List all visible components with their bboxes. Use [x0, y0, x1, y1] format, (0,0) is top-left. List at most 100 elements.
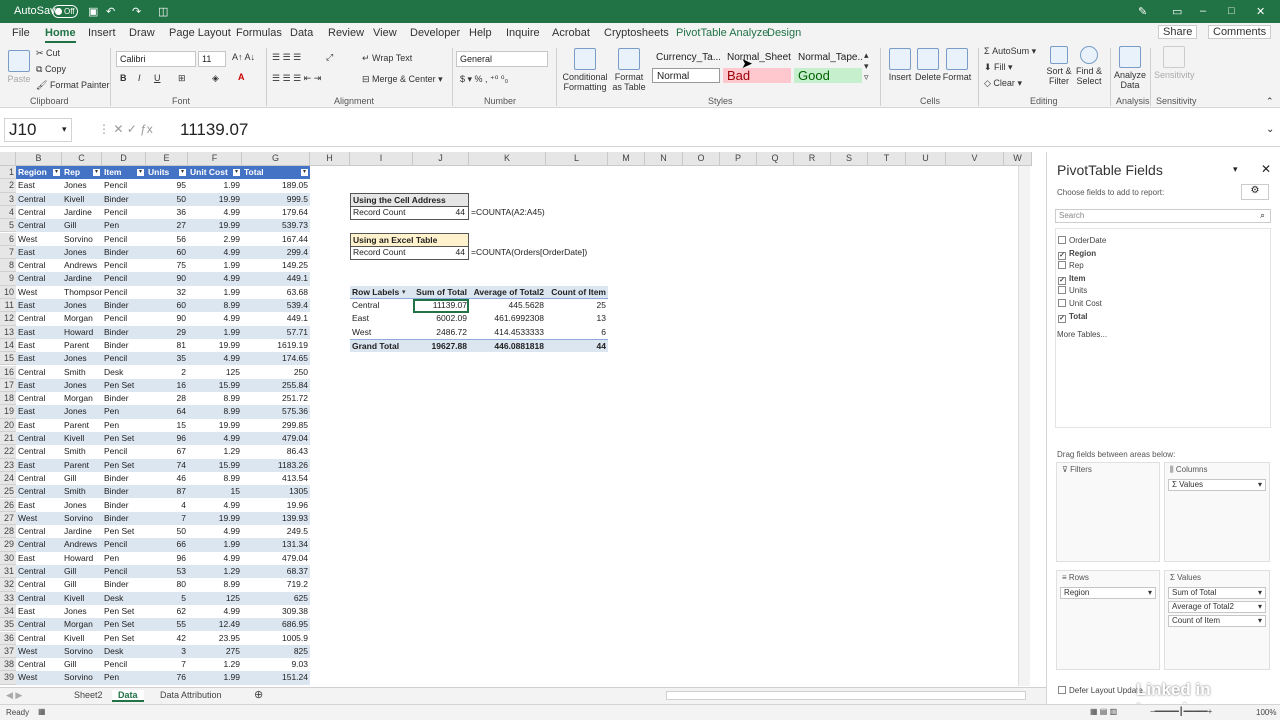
- table-cell[interactable]: 8.99: [188, 299, 242, 313]
- table-cell[interactable]: 90: [146, 272, 188, 286]
- table-cell[interactable]: Pencil: [102, 312, 146, 325]
- sheet-tab-data[interactable]: Data: [112, 690, 144, 702]
- pivot-cell[interactable]: 6002.09: [413, 312, 469, 325]
- zoom-slider[interactable]: −━━━━━┃━━━━━+: [1150, 707, 1212, 716]
- table-cell[interactable]: Desk: [102, 591, 146, 605]
- collapse-ribbon-icon[interactable]: ⌃: [1266, 96, 1274, 107]
- table-cell[interactable]: 1.99: [188, 538, 242, 552]
- table-cell[interactable]: Pencil: [102, 658, 146, 671]
- align-top-icon[interactable]: ☰ ☰ ☰: [272, 52, 301, 63]
- column-header-M[interactable]: M: [608, 152, 645, 166]
- column-header-J[interactable]: J: [413, 152, 469, 166]
- tab-acrobat[interactable]: Acrobat: [552, 27, 590, 39]
- table-cell[interactable]: 4.99: [188, 312, 242, 325]
- font-color-icon[interactable]: A: [238, 72, 245, 82]
- table-cell[interactable]: 2: [146, 366, 188, 379]
- row-header[interactable]: 34: [0, 604, 16, 619]
- pivot-header-cell[interactable]: Count of Item: [546, 285, 608, 299]
- row-header[interactable]: 8: [0, 259, 16, 273]
- table-cell[interactable]: Central: [16, 618, 62, 632]
- calc-box2-value[interactable]: 44: [413, 246, 467, 259]
- row-header[interactable]: 29: [0, 538, 16, 552]
- camera-icon[interactable]: ◫: [158, 5, 168, 18]
- column-header-D[interactable]: D: [102, 152, 146, 166]
- table-cell[interactable]: 81: [146, 339, 188, 352]
- tab-developer[interactable]: Developer: [410, 27, 460, 39]
- table-cell[interactable]: 19.96: [242, 499, 310, 512]
- table-cell[interactable]: 57.71: [242, 325, 310, 339]
- table-cell[interactable]: 75: [146, 259, 188, 272]
- tab-page-layout[interactable]: Page Layout: [169, 27, 231, 39]
- format-cells-button[interactable]: Format: [942, 48, 972, 82]
- table-cell[interactable]: Binder: [102, 192, 146, 206]
- table-cell[interactable]: Central: [16, 591, 62, 605]
- column-header-O[interactable]: O: [683, 152, 720, 166]
- table-cell[interactable]: 15.99: [188, 378, 242, 393]
- table-cell[interactable]: 15: [188, 485, 242, 499]
- pivot-cell[interactable]: 6: [546, 326, 608, 339]
- column-header-K[interactable]: K: [469, 152, 546, 166]
- table-cell[interactable]: Pencil: [102, 206, 146, 219]
- tab-formulas[interactable]: Formulas: [236, 27, 282, 39]
- copy-button[interactable]: ⧉ Copy: [36, 64, 66, 75]
- tab-cryptosheets[interactable]: Cryptosheets: [604, 27, 669, 39]
- rows-area[interactable]: [1056, 570, 1160, 670]
- table-cell[interactable]: Binder: [102, 339, 146, 352]
- table-cell[interactable]: Pen: [102, 552, 146, 565]
- table-cell[interactable]: Pen Set: [102, 378, 146, 393]
- table-cell[interactable]: 50: [146, 525, 188, 538]
- row-header[interactable]: 37: [0, 644, 16, 659]
- table-cell[interactable]: Central: [16, 525, 62, 538]
- underline-button[interactable]: U: [154, 73, 161, 83]
- paste-button[interactable]: Paste: [6, 50, 32, 84]
- table-cell[interactable]: 1.29: [188, 565, 242, 579]
- table-cell[interactable]: Binder: [102, 392, 146, 405]
- table-cell[interactable]: 250: [242, 366, 310, 379]
- table-cell[interactable]: East: [16, 499, 62, 512]
- table-cell[interactable]: Desk: [102, 644, 146, 659]
- table-cell[interactable]: Jardine: [62, 525, 102, 538]
- style-normal[interactable]: Normal: [652, 68, 720, 83]
- table-cell[interactable]: Gill: [62, 565, 102, 579]
- table-cell[interactable]: 4.99: [188, 432, 242, 446]
- wrap-text-button[interactable]: ↵ Wrap Text: [362, 53, 412, 64]
- table-cell[interactable]: 4.99: [188, 272, 242, 286]
- formula-bar-icons[interactable]: ⋮ ✕ ✓ ƒx: [98, 122, 153, 136]
- selected-cell-outline[interactable]: [413, 299, 469, 313]
- table-cell[interactable]: 60: [146, 299, 188, 313]
- table-cell[interactable]: 29: [146, 325, 188, 339]
- table-cell[interactable]: Sorvino: [62, 644, 102, 659]
- table-cell[interactable]: West: [16, 644, 62, 659]
- value-pill-count-item[interactable]: Count of Item: [1168, 615, 1266, 627]
- table-cell[interactable]: Kivell: [62, 591, 102, 605]
- align-left-icon[interactable]: ☰ ☰ ☰ ⇤ ⇥: [272, 73, 321, 84]
- table-cell[interactable]: 62: [146, 605, 188, 618]
- sheet-tab-sheet2[interactable]: Sheet2: [74, 690, 103, 700]
- close-icon[interactable]: ✕: [1256, 5, 1265, 18]
- table-cell[interactable]: 7: [146, 658, 188, 671]
- table-cell[interactable]: 1.99: [188, 179, 242, 192]
- table-cell[interactable]: 23.95: [188, 632, 242, 645]
- table-cell[interactable]: Pencil: [102, 179, 146, 192]
- table-cell[interactable]: Pen Set: [102, 605, 146, 618]
- style-normal-sheet1[interactable]: Normal_Sheet1: [723, 50, 791, 65]
- sort-filter-button[interactable]: Sort & Filter: [1044, 46, 1074, 86]
- pivot-cell[interactable]: West: [350, 326, 413, 339]
- filters-area[interactable]: [1056, 462, 1160, 562]
- table-cell[interactable]: 87: [146, 485, 188, 499]
- row-header[interactable]: 22: [0, 445, 16, 459]
- table-cell[interactable]: Howard: [62, 552, 102, 565]
- table-cell[interactable]: Pencil: [102, 259, 146, 272]
- row-header[interactable]: 28: [0, 525, 16, 539]
- row-header[interactable]: 35: [0, 618, 16, 632]
- table-cell[interactable]: Jones: [62, 299, 102, 313]
- style-bad[interactable]: Bad: [723, 68, 791, 83]
- table-cell[interactable]: Central: [16, 392, 62, 405]
- table-cell[interactable]: 131.34: [242, 538, 310, 552]
- table-cell[interactable]: Pen: [102, 219, 146, 233]
- cut-button[interactable]: ✂ Cut: [36, 48, 60, 59]
- table-cell[interactable]: 15.99: [188, 458, 242, 472]
- analyze-data-button[interactable]: Analyze Data: [1114, 46, 1146, 90]
- table-cell[interactable]: 46: [146, 472, 188, 485]
- table-cell[interactable]: East: [16, 179, 62, 192]
